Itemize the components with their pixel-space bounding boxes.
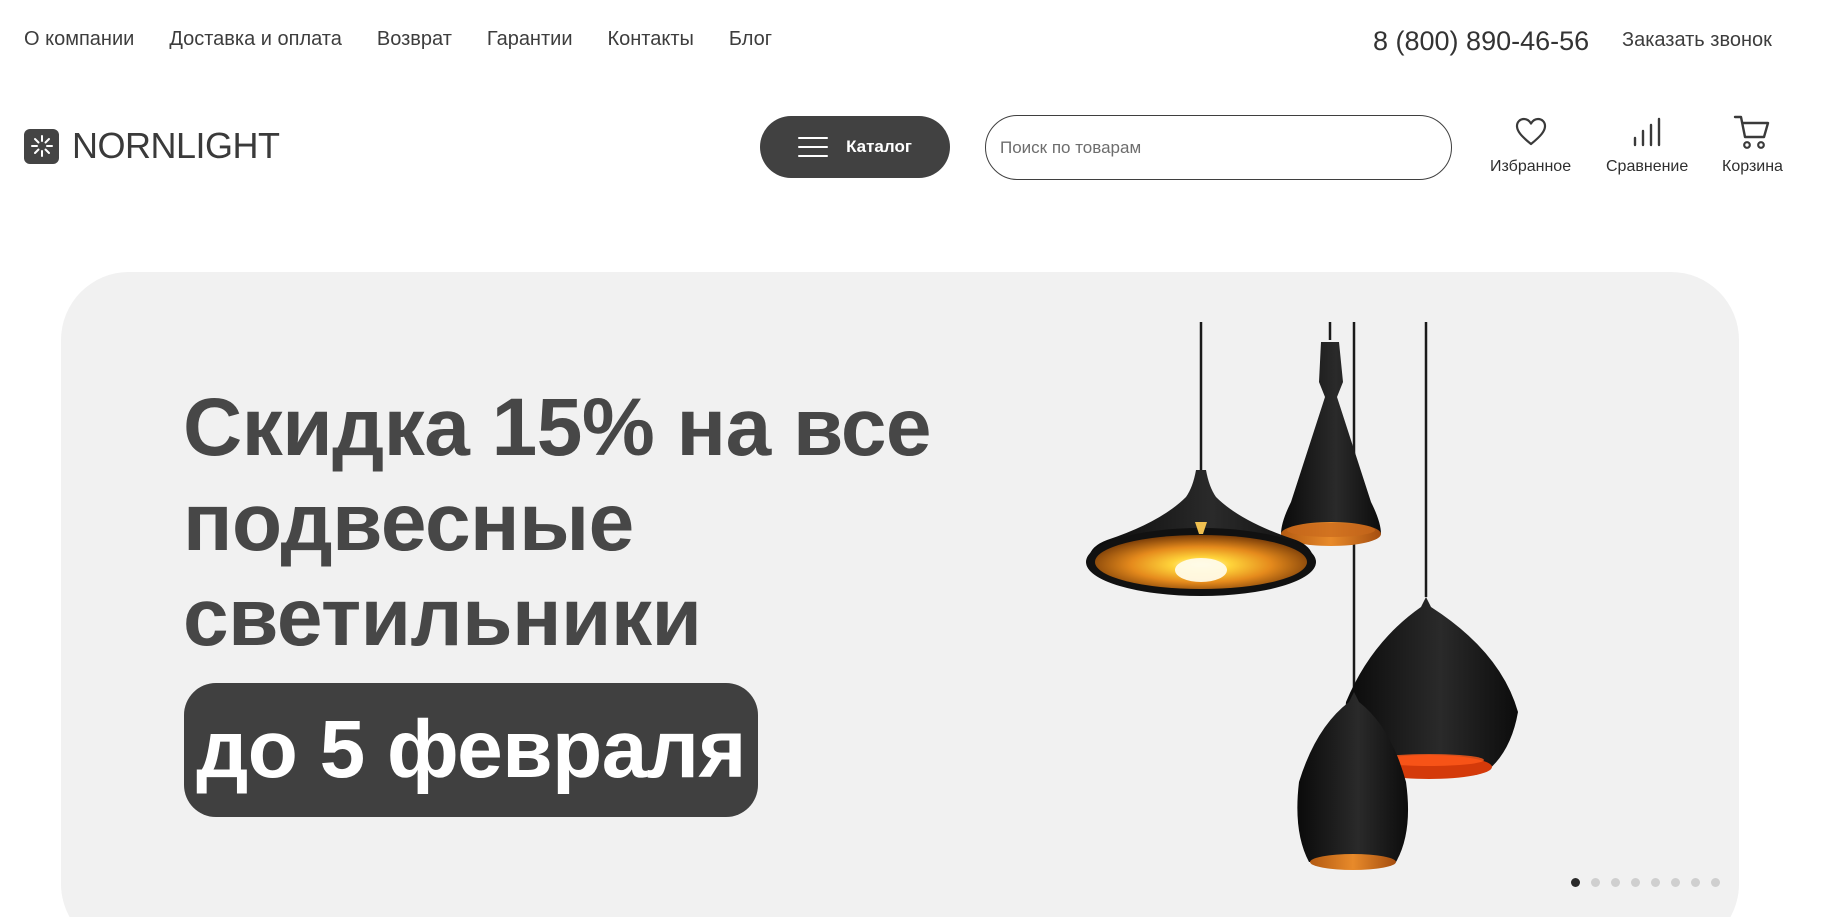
slider-dot[interactable] bbox=[1571, 878, 1580, 887]
headline-line: Скидка 15% на все bbox=[183, 382, 932, 473]
cart-label: Корзина bbox=[1722, 158, 1783, 175]
logo-text: NORNLIGHT bbox=[72, 125, 280, 166]
compare-bars-icon bbox=[1631, 112, 1663, 152]
slider-dot[interactable] bbox=[1631, 878, 1640, 887]
promo-banner[interactable]: Скидка 15% на все подвесные светильники … bbox=[61, 272, 1739, 917]
slider-dot[interactable] bbox=[1611, 878, 1620, 887]
callback-link[interactable]: Заказать звонок bbox=[1622, 29, 1772, 52]
slider-dots bbox=[1571, 878, 1720, 887]
nav-link-blog[interactable]: Блог bbox=[729, 28, 772, 51]
slider-dot[interactable] bbox=[1671, 878, 1680, 887]
nav-link-delivery[interactable]: Доставка и оплата bbox=[169, 28, 342, 51]
promo-date-badge: до 5 февраля bbox=[184, 683, 758, 817]
pendant-lamps-image bbox=[1086, 322, 1518, 870]
nav-link-warranty[interactable]: Гарантии bbox=[487, 28, 573, 51]
logo-sun-icon bbox=[24, 128, 59, 164]
favorites-button[interactable]: Избранное bbox=[1490, 112, 1571, 176]
favorites-label: Избранное bbox=[1490, 158, 1572, 175]
search-input[interactable] bbox=[985, 115, 1452, 180]
headline-line: светильники bbox=[183, 572, 702, 663]
cart-icon bbox=[1733, 112, 1771, 152]
banner-headline: Скидка 15% на все подвесные светильники bbox=[183, 380, 932, 665]
nav-link-about[interactable]: О компании bbox=[24, 28, 134, 51]
top-nav: О компании Доставка и оплата Возврат Гар… bbox=[24, 28, 772, 51]
catalog-button-label: Каталог bbox=[846, 137, 912, 156]
nav-link-returns[interactable]: Возврат bbox=[377, 28, 452, 51]
cart-button[interactable]: Корзина bbox=[1722, 112, 1783, 176]
slider-dot[interactable] bbox=[1651, 878, 1660, 887]
logo[interactable]: NORNLIGHT bbox=[24, 128, 280, 164]
compare-label: Сравнение bbox=[1606, 158, 1689, 175]
nav-link-contacts[interactable]: Контакты bbox=[607, 28, 693, 51]
slider-dot[interactable] bbox=[1691, 878, 1700, 887]
catalog-button[interactable]: Каталог bbox=[760, 116, 950, 178]
logo-rays-icon bbox=[30, 135, 53, 157]
menu-icon bbox=[798, 137, 829, 157]
compare-button[interactable]: Сравнение bbox=[1606, 112, 1688, 176]
headline-line: подвесные bbox=[183, 477, 634, 568]
slider-dot[interactable] bbox=[1591, 878, 1600, 887]
heart-icon bbox=[1515, 112, 1547, 152]
slider-dot[interactable] bbox=[1711, 878, 1720, 887]
top-bar: О компании Доставка и оплата Возврат Гар… bbox=[0, 0, 1843, 86]
phone-number[interactable]: 8 (800) 890-46-56 bbox=[1373, 26, 1589, 57]
promo-date-text: до 5 февраля bbox=[196, 704, 746, 795]
